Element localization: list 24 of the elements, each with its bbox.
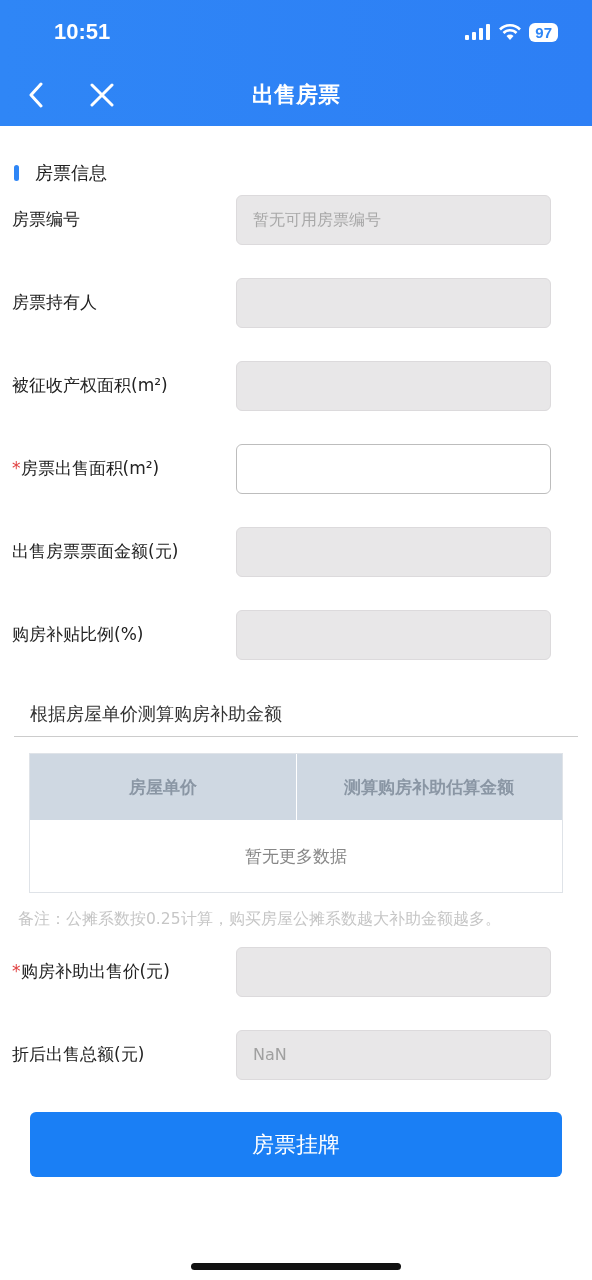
- submit-button[interactable]: 房票挂牌: [30, 1112, 562, 1177]
- close-icon[interactable]: [90, 83, 114, 107]
- column-header: 房屋单价: [127, 775, 198, 799]
- page-title: 出售房票: [251, 81, 341, 109]
- wifi-icon: [499, 24, 522, 40]
- back-icon[interactable]: [28, 82, 44, 108]
- note-text: 备注：公摊系数按0.25计算，购买房屋公摊系数越大补助金额越多。: [17, 909, 502, 930]
- empty-message: 暂无更多数据: [245, 844, 347, 868]
- input-field[interactable]: [236, 443, 551, 494]
- field-label: *购房补助出售价(元): [12, 960, 171, 983]
- status-time: 10:51: [54, 19, 111, 45]
- column-header: 测算购房补助估算金额: [295, 754, 562, 820]
- battery-level: 97: [529, 22, 558, 42]
- field-label: 房票编号: [12, 208, 81, 231]
- field-label: 折后出售总额(元): [12, 1043, 146, 1066]
- section-title: 房票信息: [35, 161, 107, 185]
- field-label: *房票出售面积(m²): [12, 457, 161, 480]
- field-label: 出售房票票面金额(元): [12, 540, 180, 563]
- section-marker: [14, 165, 19, 181]
- field-label: 被征收产权面积(m²): [12, 374, 169, 397]
- field-label: 房票持有人: [12, 291, 98, 314]
- calculation-title: 根据房屋单价测算购房补助金额: [29, 702, 283, 726]
- signal-icon: [465, 24, 492, 40]
- field-label: 购房补贴比例(%): [12, 623, 145, 646]
